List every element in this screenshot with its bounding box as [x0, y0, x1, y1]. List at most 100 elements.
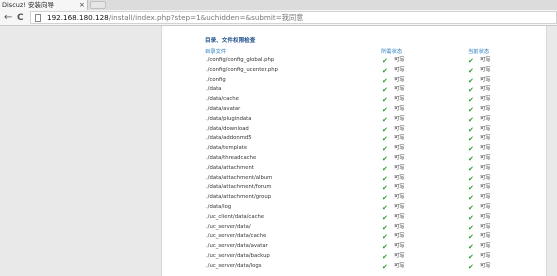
check-icon: ✔ [468, 164, 474, 173]
required-status-label: 可写 [394, 135, 405, 142]
current-status-label: 可写 [480, 115, 491, 122]
check-icon: ✔ [382, 252, 388, 261]
check-icon: ✔ [468, 86, 474, 95]
path-cell: ./data/template [206, 145, 248, 152]
check-icon: ✔ [382, 115, 388, 124]
check-icon: ✔ [382, 184, 388, 193]
table-row: ./uc_server/data/cache ✔ 可写 ✔ 可写 [162, 232, 548, 242]
reload-icon[interactable]: C [17, 11, 24, 25]
required-status-label: 可写 [394, 233, 405, 240]
path-cell: ./data/plugindata [206, 115, 252, 122]
required-status-label: 可写 [394, 125, 405, 132]
path-cell: ./data [206, 86, 222, 93]
path-cell: ./data/addonmd5 [206, 135, 252, 142]
path-cell: ./data/cache [206, 96, 239, 103]
check-icon: ✔ [382, 96, 388, 105]
path-cell: ./data/threadcache [206, 154, 257, 161]
new-tab-button[interactable] [90, 1, 106, 9]
table-row: ./data/threadcache ✔ 可写 ✔ 可写 [162, 154, 548, 164]
check-icon: ✔ [382, 223, 388, 232]
page-icon [35, 14, 41, 22]
required-status-label: 可写 [394, 76, 405, 83]
required-status-label: 可写 [394, 194, 405, 201]
check-icon: ✔ [468, 76, 474, 85]
current-status-label: 可写 [480, 164, 491, 171]
url-host: 192.168.180.128 [47, 13, 109, 22]
table-row: ./config/config_ucenter.php ✔ 可写 ✔ 可写 [162, 66, 548, 76]
required-status-label: 可写 [394, 174, 405, 181]
required-status-label: 可写 [394, 86, 405, 93]
check-icon: ✔ [468, 145, 474, 154]
column-header-required: 所需状态 [381, 49, 403, 55]
table-row: ./data/avatar ✔ 可写 ✔ 可写 [162, 105, 548, 115]
check-icon: ✔ [468, 203, 474, 212]
table-row: ./uc_client/data/cache ✔ 可写 ✔ 可写 [162, 213, 548, 223]
table-row: ./data/attachment/group ✔ 可写 ✔ 可写 [162, 193, 548, 203]
current-status-label: 可写 [480, 57, 491, 63]
required-status-label: 可写 [394, 184, 405, 191]
url-text[interactable]: 192.168.180.128/install/index.php?step=1… [47, 12, 303, 23]
install-panel: 目录、文件权限检查 目录文件 所需状态 当前状态 ./config/config… [161, 26, 547, 276]
table-row: ./data/download ✔ 可写 ✔ 可写 [162, 125, 548, 135]
path-cell: ./data/attachment/forum [206, 184, 272, 191]
required-status-label: 可写 [394, 203, 405, 210]
required-status-label: 可写 [394, 145, 405, 152]
required-status-label: 可写 [394, 213, 405, 220]
table-row: ./data/log ✔ 可写 ✔ 可写 [162, 203, 548, 213]
check-icon: ✔ [382, 164, 388, 173]
current-status-label: 可写 [480, 86, 491, 93]
current-status-label: 可写 [480, 105, 491, 112]
required-status-label: 可写 [394, 115, 405, 122]
check-icon: ✔ [468, 96, 474, 105]
check-icon: ✔ [468, 115, 474, 124]
check-icon: ✔ [382, 174, 388, 183]
back-arrow-icon[interactable]: ← [4, 11, 12, 25]
table-row: ./data/addonmd5 ✔ 可写 ✔ 可写 [162, 134, 548, 144]
current-status-label: 可写 [480, 145, 491, 152]
check-icon: ✔ [382, 213, 388, 222]
path-cell: ./uc_server/data/cache [206, 233, 267, 240]
path-cell: ./data/download [206, 125, 249, 132]
tab-strip: Discuz! 安装向导 × [0, 0, 557, 10]
current-status-label: 可写 [480, 233, 491, 240]
column-header-path: 目录文件 [205, 49, 227, 55]
table-row: ./data/attachment ✔ 可写 ✔ 可写 [162, 164, 548, 174]
current-status-label: 可写 [480, 76, 491, 83]
table-row: ./uc_server/data/logs ✔ 可写 ✔ 可写 [162, 262, 548, 272]
current-status-label: 可写 [480, 154, 491, 161]
current-status-label: 可写 [480, 96, 491, 103]
check-icon: ✔ [468, 213, 474, 222]
table-row: ./data ✔ 可写 ✔ 可写 [162, 85, 548, 95]
required-status-label: 可写 [394, 243, 405, 250]
table-row: ./data/template ✔ 可写 ✔ 可写 [162, 144, 548, 154]
check-icon: ✔ [468, 243, 474, 252]
check-icon: ✔ [382, 76, 388, 85]
path-cell: ./uc_server/data/logs [206, 262, 262, 269]
check-icon: ✔ [468, 252, 474, 261]
browser-tab[interactable]: Discuz! 安装向导 × [0, 0, 88, 10]
url-path: /install/index.php?step=1&uchidden=&subm… [108, 13, 304, 22]
check-icon: ✔ [468, 184, 474, 193]
path-cell: ./uc_client/data/cache [206, 213, 265, 220]
check-icon: ✔ [382, 135, 388, 144]
check-icon: ✔ [468, 154, 474, 163]
check-icon: ✔ [382, 233, 388, 242]
column-header-current: 当前状态 [468, 49, 490, 55]
path-cell: ./data/attachment/group [206, 194, 272, 201]
table-row: ./data/cache ✔ 可写 ✔ 可写 [162, 95, 548, 105]
current-status-label: 可写 [480, 243, 491, 250]
address-bar[interactable]: 192.168.180.128/install/index.php?step=1… [30, 11, 557, 24]
tab-title: Discuz! 安装向导 [2, 1, 54, 9]
required-status-label: 可写 [394, 105, 405, 112]
browser-toolbar: ← C 192.168.180.128/install/index.php?st… [0, 10, 557, 26]
required-status-label: 可写 [394, 96, 405, 103]
check-icon: ✔ [382, 194, 388, 203]
path-cell: ./uc_server/data/ [206, 223, 251, 230]
current-status-label: 可写 [480, 135, 491, 142]
table-row: ./uc_server/data/ ✔ 可写 ✔ 可写 [162, 223, 548, 233]
close-tab-icon[interactable]: × [79, 0, 85, 10]
check-icon: ✔ [382, 57, 388, 65]
check-icon: ✔ [382, 86, 388, 95]
check-icon: ✔ [468, 194, 474, 203]
table-row: ./data/attachment/forum ✔ 可写 ✔ 可写 [162, 183, 548, 193]
